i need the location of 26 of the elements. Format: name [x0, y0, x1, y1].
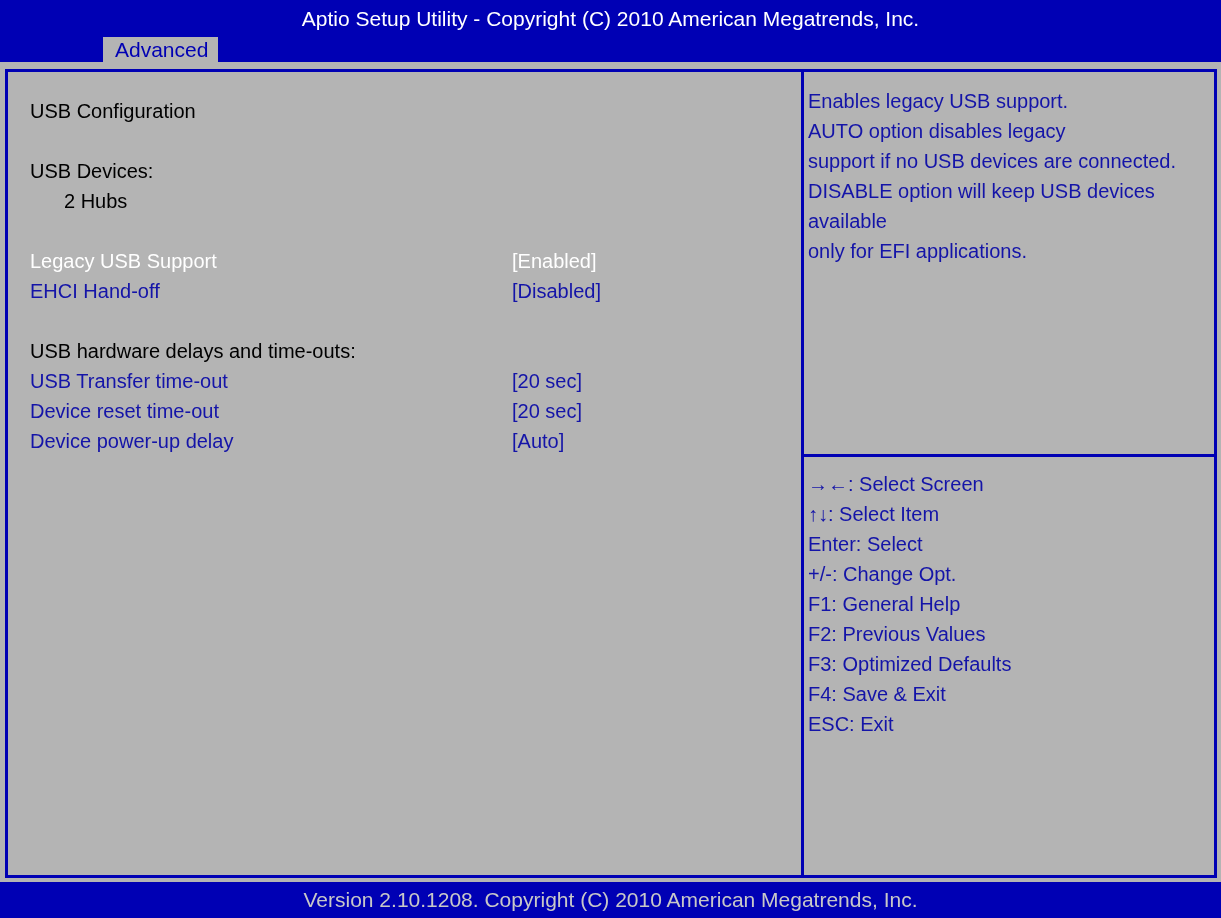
key-hint: F1: General Help	[808, 593, 961, 615]
key-hint: +/-: Change Opt.	[808, 563, 957, 585]
setting-row[interactable]: Device power-up delay [Auto]	[30, 426, 801, 456]
section-label: USB Configuration	[30, 99, 196, 124]
key-hint: Enter: Select	[808, 533, 923, 555]
key-hint: ESC: Exit	[808, 713, 894, 735]
setting-row[interactable]: USB Transfer time-out [20 sec]	[30, 366, 801, 396]
help-text: available	[808, 210, 887, 232]
section-label: USB hardware delays and time-outs:	[30, 339, 356, 364]
help-text: DISABLE option will keep USB devices	[808, 180, 1155, 202]
window-title: Aptio Setup Utility - Copyright (C) 2010 American Megatrends, Inc.	[300, 6, 921, 32]
help-text: only for EFI applications.	[808, 240, 1027, 262]
tab[interactable]: Advanced	[103, 37, 219, 62]
key-hint: F3: Optimized Defaults	[808, 653, 1012, 675]
help-text: Enables legacy USB support.	[808, 90, 1069, 112]
help-text: support if no USB devices are connected.	[808, 150, 1176, 172]
setting-row[interactable]: Device reset time-out [20 sec]	[30, 396, 801, 426]
key-hint: ↑↓: Select Item	[808, 503, 940, 525]
key-hint: F4: Save & Exit	[808, 683, 946, 705]
device-count: 2 Hubs	[64, 189, 128, 214]
section-label: USB Devices:	[30, 159, 154, 184]
help-text: AUTO option disables legacy	[808, 120, 1066, 142]
key-hint: F2: Previous Values	[808, 623, 986, 645]
setting-row[interactable]: EHCI Hand-off [Disabled]	[30, 276, 801, 306]
key-hint: →←: Select Screen	[808, 473, 984, 495]
status-bar: Version 2.10.1208. Copyright (C) 2010 American Megatrends, Inc.	[0, 882, 1221, 918]
